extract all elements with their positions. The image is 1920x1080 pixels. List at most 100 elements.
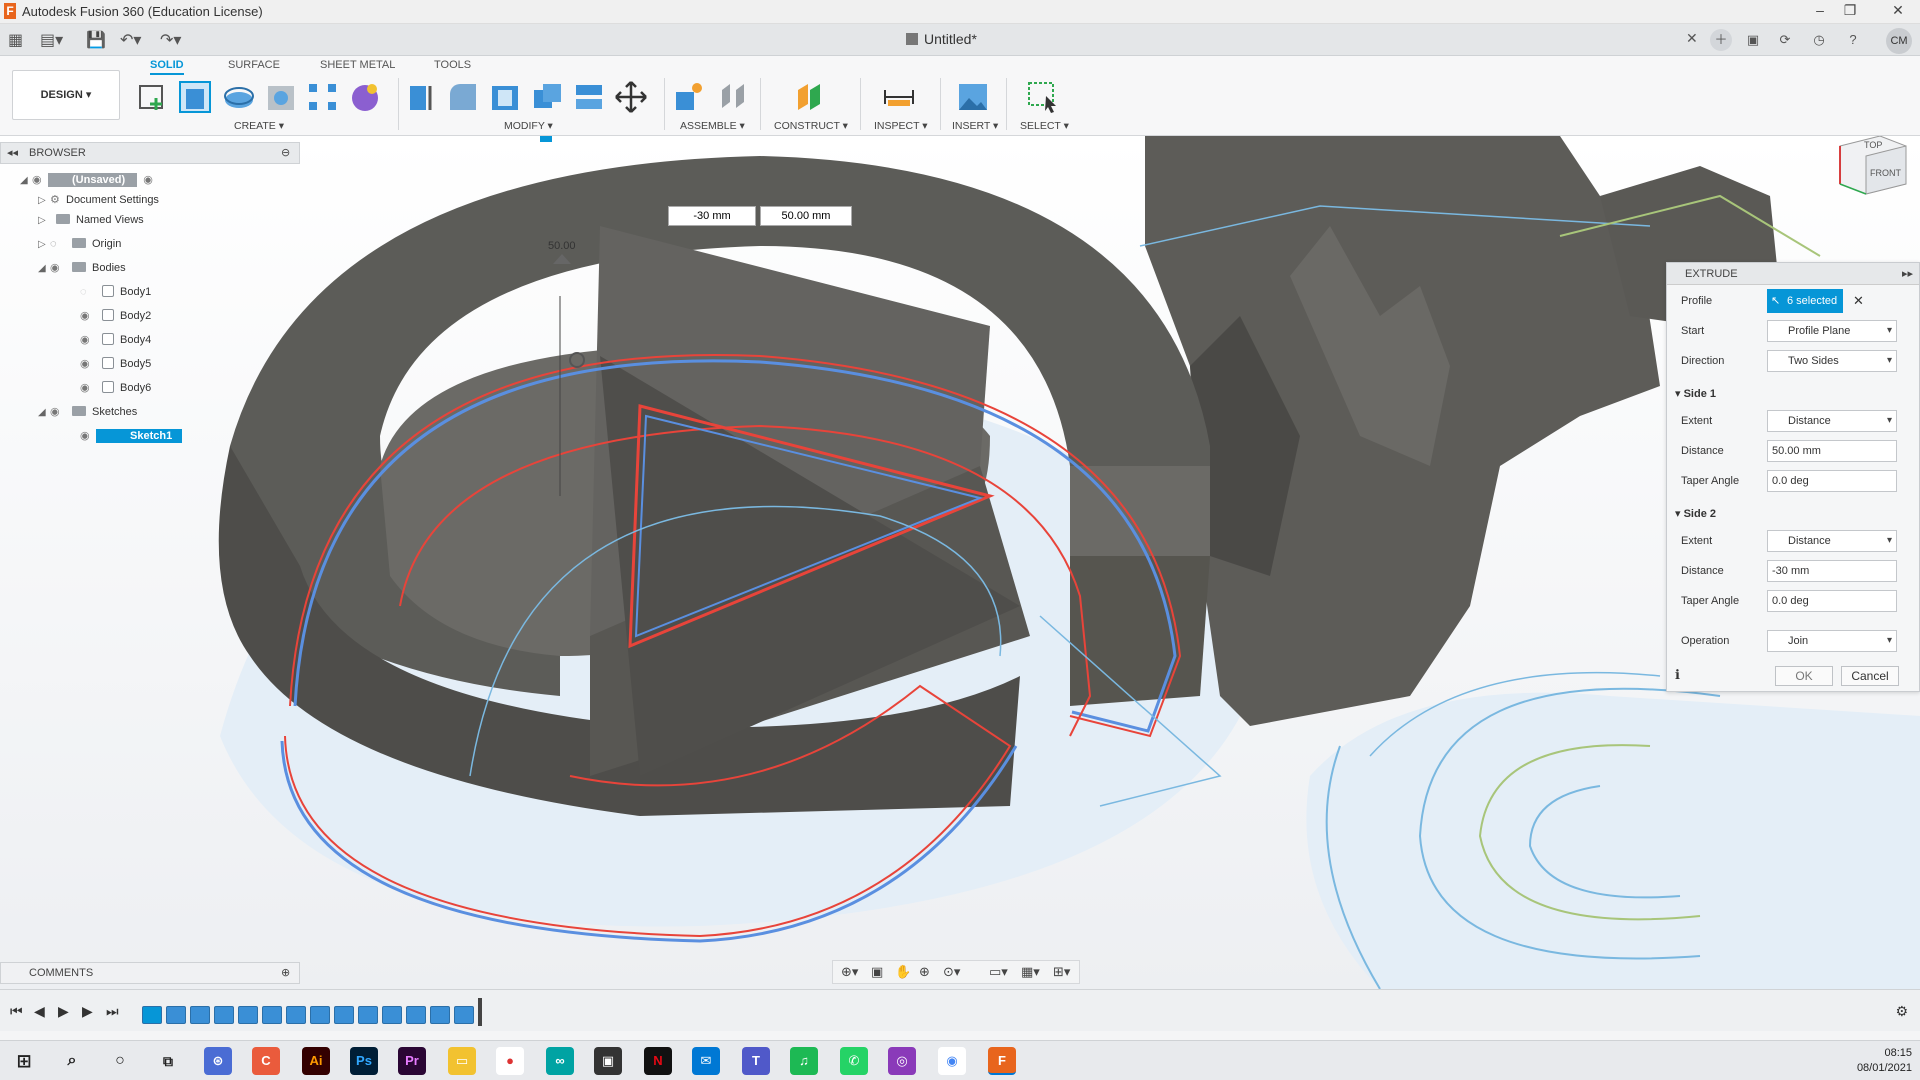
modify-menu[interactable]: MODIFY ▾ [504,120,553,132]
display-settings-icon[interactable]: ▭▾ [989,961,1008,983]
visibility-eye-icon[interactable]: ◉ [80,378,96,398]
document-tab[interactable]: Untitled* [906,31,977,47]
timeline-feature[interactable] [214,1006,234,1024]
collapse-triangle-icon[interactable]: ◢ [38,403,50,423]
side2-distance-field[interactable]: -30 mm [1767,560,1897,582]
orbit-icon[interactable]: ⊕▾ [841,961,858,983]
create-menu[interactable]: CREATE ▾ [234,120,284,132]
step-back-icon[interactable]: ◀ [34,1003,45,1020]
start-dropdown[interactable]: Profile Plane [1767,320,1897,342]
browser-item-origin[interactable]: ▷ ◌ Origin [38,234,121,254]
teams-icon[interactable]: T [742,1047,770,1075]
side1-distance-field[interactable]: 50.00 mm [1767,440,1897,462]
windows-start-icon[interactable]: ⊞ [10,1047,38,1075]
undo-icon[interactable]: ↶▾ [120,30,141,50]
zoom-icon[interactable]: ⊕ [919,961,930,983]
comments-panel[interactable]: COMMENTS ⊕ [0,962,300,984]
side2-distance-input[interactable]: -30 mm [668,206,756,226]
whatsapp-icon[interactable]: ✆ [840,1047,868,1075]
fillet-icon[interactable] [446,80,480,114]
assemble-menu[interactable]: ASSEMBLE ▾ [680,120,745,132]
timeline-feature[interactable] [286,1006,306,1024]
avatar[interactable]: CM [1886,28,1912,54]
clear-selection-icon[interactable]: ✕ [1853,289,1864,313]
timeline-feature[interactable] [262,1006,282,1024]
insert-menu[interactable]: INSERT ▾ [952,120,998,132]
visibility-eye-icon[interactable]: ◉ [80,330,96,350]
tab-sheet-metal[interactable]: SHEET METAL [320,59,395,71]
browser-item-sketches[interactable]: ◢ ◉ Sketches [38,402,137,422]
task-view-icon[interactable]: ⧉ [154,1047,182,1075]
side1-section-header[interactable]: ▾ Side 1 [1675,387,1716,400]
help-icon[interactable]: ? [1842,29,1864,51]
cancel-button[interactable]: Cancel [1841,666,1899,686]
browser-root-node[interactable]: ◢ ◉ (Unsaved) ◉ [20,170,159,190]
search-icon[interactable]: ⌕ [58,1047,86,1075]
step-forward-icon[interactable]: ▶ [82,1003,93,1020]
visibility-eye-icon[interactable]: ◉ [80,306,96,326]
inspect-menu[interactable]: INSPECT ▾ [874,120,928,132]
ok-button[interactable]: OK [1775,666,1833,686]
select-menu[interactable]: SELECT ▾ [1020,120,1069,132]
new-component-icon[interactable] [672,80,706,114]
pan-icon[interactable]: ✋ [895,961,911,983]
grid-settings-icon[interactable]: ▦▾ [1021,961,1040,983]
insert-image-icon[interactable] [956,80,990,114]
close-tab-icon[interactable]: ✕ [1686,30,1698,47]
browser-body-5[interactable]: ◉ Body5 [80,354,151,374]
visibility-eye-icon[interactable]: ◉ [50,258,66,278]
rectangular-pattern-icon[interactable] [306,80,340,114]
browser-item-document-settings[interactable]: ▷ ⚙ Document Settings [38,190,159,210]
spotify-icon[interactable]: ♫ [790,1047,818,1075]
tab-tools[interactable]: TOOLS [434,59,471,71]
collapse-browser-icon[interactable]: ◂◂ [7,146,18,159]
add-comment-icon[interactable]: ⊕ [281,966,290,979]
fit-icon[interactable]: ⊙▾ [943,961,960,983]
side2-taper-field[interactable]: 0.0 deg [1767,590,1897,612]
browser-body-1[interactable]: ◌ Body1 [80,282,151,302]
timeline-feature[interactable] [430,1006,450,1024]
illustrator-icon[interactable]: Ai [302,1047,330,1075]
side2-extent-dropdown[interactable]: Distance [1767,530,1897,552]
collapse-triangle-icon[interactable]: ◢ [20,171,32,191]
tab-solid[interactable]: SOLID [150,59,184,75]
visibility-eye-icon[interactable]: ◉ [80,354,96,374]
hole-icon[interactable] [264,80,298,114]
file-explorer-icon[interactable]: ▭ [448,1047,476,1075]
extensions-icon[interactable]: ⟳ [1774,29,1796,51]
visibility-eye-icon[interactable]: ◌ [80,282,96,302]
construct-menu[interactable]: CONSTRUCT ▾ [774,120,848,132]
app-icon[interactable]: ∞ [546,1047,574,1075]
expand-triangle-icon[interactable]: ▷ [38,191,50,211]
browser-body-4[interactable]: ◉ Body4 [80,330,151,350]
create-sketch-icon[interactable] [136,80,170,114]
visibility-eye-icon[interactable]: ◉ [32,170,48,190]
split-body-icon[interactable] [572,80,606,114]
go-to-end-icon[interactable]: ⏭ [106,1003,119,1020]
select-icon[interactable] [1026,80,1060,114]
browser-sketch-1[interactable]: ◉ Sketch1 [80,426,183,446]
side2-section-header[interactable]: ▾ Side 2 [1675,507,1716,520]
timeline-feature[interactable] [454,1006,474,1024]
offset-plane-icon[interactable] [792,80,826,114]
notifications-icon[interactable]: ◷ [1808,29,1830,51]
instagram-icon[interactable]: ◎ [888,1047,916,1075]
timeline-feature[interactable] [142,1006,162,1024]
new-tab-icon[interactable]: ＋ [1710,29,1732,51]
system-clock[interactable]: 08:15 08/01/2021 [1857,1046,1912,1076]
shell-icon[interactable] [488,80,522,114]
viewports-icon[interactable]: ⊞▾ [1053,961,1070,983]
netflix-icon[interactable]: N [644,1047,672,1075]
move-copy-icon[interactable] [614,80,648,114]
timeline-feature[interactable] [310,1006,330,1024]
tab-surface[interactable]: SURFACE [228,59,280,71]
browser-pin-icon[interactable]: ⊖ [281,146,290,159]
redo-icon[interactable]: ↷▾ [160,30,181,50]
mail-icon[interactable]: ✉ [692,1047,720,1075]
cortana-icon[interactable]: ○ [106,1047,134,1075]
timeline-settings-gear-icon[interactable]: ⚙ [1895,1003,1908,1020]
browser-item-bodies[interactable]: ◢ ◉ Bodies [38,258,126,278]
timeline-feature[interactable] [238,1006,258,1024]
timeline-marker[interactable] [478,998,482,1026]
close-window-icon[interactable]: ✕ [1878,2,1918,22]
